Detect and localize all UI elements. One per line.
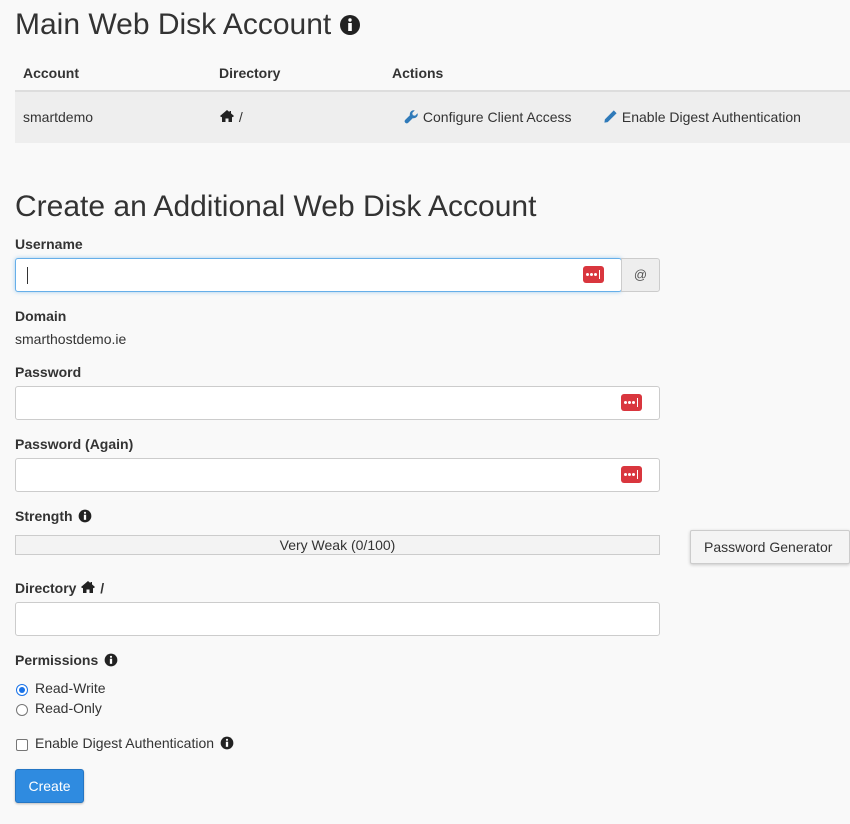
enable-digest-authentication-label: Enable Digest Authentication (621, 109, 801, 125)
password-again-input[interactable] (15, 458, 660, 492)
account-cell: smartdemo (23, 109, 94, 125)
configure-client-access-link[interactable]: Configure Client Access (404, 109, 572, 125)
strength-label-row: Strength (15, 508, 92, 524)
directory-cell: / (219, 109, 243, 125)
home-icon (81, 581, 96, 593)
digest-auth-label: Enable Digest Authentication (35, 735, 215, 751)
info-icon[interactable] (104, 653, 118, 667)
configure-client-access-label: Configure Client Access (422, 109, 572, 125)
create-button[interactable]: Create (15, 769, 84, 803)
table-header: Account Directory Actions (15, 62, 850, 91)
directory-label-row: Directory / (15, 580, 104, 596)
password-generator-button[interactable]: Password Generator (690, 530, 850, 564)
domain-value: smarthostdemo.ie (15, 331, 127, 347)
password-strength-meter: Very Weak (0/100) (15, 535, 660, 555)
info-icon[interactable] (339, 14, 361, 36)
create-section-title: Create an Additional Web Disk Account (15, 190, 537, 223)
enable-digest-authentication-link[interactable]: Enable Digest Authentication (603, 109, 801, 125)
directory-suffix: / (100, 580, 105, 596)
password-input[interactable] (15, 386, 660, 420)
digest-auth-checkbox[interactable] (16, 739, 28, 751)
table-row: smartdemo / Configure Client Access Enab… (15, 91, 850, 143)
read-only-label[interactable]: Read-Only (35, 700, 102, 716)
column-header-directory: Directory (219, 65, 281, 81)
password-manager-icon[interactable] (621, 394, 642, 411)
column-header-actions: Actions (392, 65, 444, 81)
pencil-icon (604, 110, 617, 123)
home-icon (220, 110, 234, 122)
wrench-icon (404, 110, 418, 124)
page-title: Main Web Disk Account (15, 8, 332, 41)
strength-label: Strength (15, 508, 73, 524)
at-symbol-addon: @ (621, 258, 660, 292)
directory-path: / (238, 109, 243, 125)
password-label: Password (15, 364, 82, 380)
read-write-label[interactable]: Read-Write (35, 680, 106, 696)
column-header-account: Account (23, 65, 79, 81)
permissions-label-row: Permissions (15, 652, 118, 668)
read-write-radio[interactable] (16, 684, 28, 696)
permissions-label: Permissions (15, 652, 99, 668)
password-manager-icon[interactable] (583, 266, 604, 283)
password-manager-icon[interactable] (621, 466, 642, 483)
username-input[interactable] (15, 258, 622, 292)
info-icon[interactable] (220, 736, 234, 750)
read-only-radio[interactable] (16, 704, 28, 716)
text-cursor (27, 267, 28, 284)
password-again-label: Password (Again) (15, 436, 134, 452)
main-heading: Main Web Disk Account (15, 8, 361, 42)
directory-label: Directory (15, 580, 77, 596)
domain-label: Domain (15, 308, 67, 324)
username-label: Username (15, 236, 83, 252)
directory-input[interactable] (15, 602, 660, 636)
digest-auth-label-row[interactable]: Enable Digest Authentication (35, 735, 234, 751)
info-icon[interactable] (78, 509, 92, 523)
